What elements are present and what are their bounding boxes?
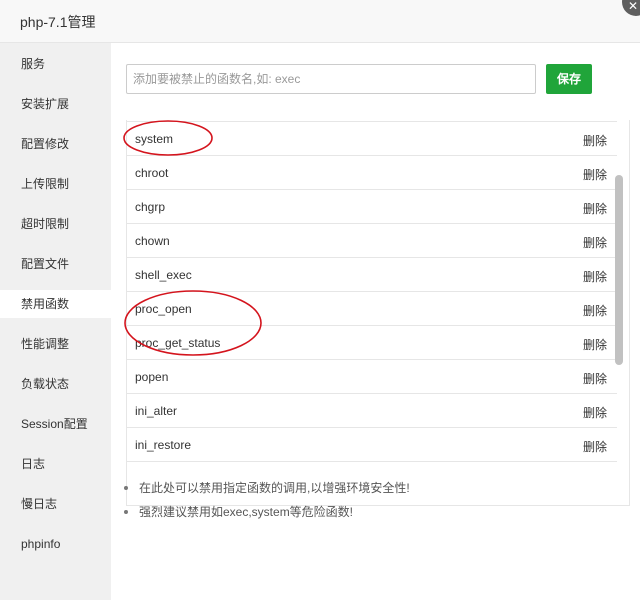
sidebar-item-label: 上传限制: [21, 177, 70, 191]
help-note: 强烈建议禁用如exec,system等危险函数!: [124, 503, 353, 520]
function-name: proc_open: [135, 302, 192, 316]
delete-link[interactable]: 删除: [583, 404, 607, 421]
sidebar-item-upload-limit[interactable]: 上传限制: [0, 170, 111, 198]
sidebar-item-label: 服务: [21, 57, 46, 71]
table-row: shell_exec 删除: [127, 257, 617, 291]
table-row: popen 删除: [127, 359, 617, 393]
table-row: chroot 删除: [127, 155, 617, 189]
sidebar-item-label: 负载状态: [21, 377, 70, 391]
function-name: system: [135, 132, 174, 146]
sidebar-item-service[interactable]: 服务: [0, 50, 111, 78]
function-name: chown: [135, 234, 170, 248]
table-row: ini_restore 删除: [127, 427, 617, 461]
help-note-text: 在此处可以禁用指定函数的调用,以增强环境安全性!: [139, 481, 410, 495]
function-name-input[interactable]: [126, 64, 536, 94]
delete-link[interactable]: 删除: [583, 336, 607, 353]
help-note: 在此处可以禁用指定函数的调用,以增强环境安全性!: [124, 479, 410, 496]
delete-link[interactable]: 删除: [583, 438, 607, 455]
sidebar-item-label: phpinfo: [21, 537, 61, 551]
sidebar-item-timeout-limit[interactable]: 超时限制: [0, 210, 111, 238]
sidebar-item-label: 禁用函数: [21, 297, 70, 311]
sidebar-item-label: 配置修改: [21, 137, 70, 151]
php-management-dialog: php-7.1管理 ✕ 服务 安装扩展 配置修改 上传限制 超时限制 配置文件 …: [0, 0, 640, 600]
delete-link[interactable]: 删除: [583, 268, 607, 285]
disabled-functions-table: system 删除 chroot 删除 chgrp 删除 chown 删除 sh…: [126, 120, 630, 506]
table-row: ini_alter 删除: [127, 393, 617, 427]
function-name: popen: [135, 370, 169, 384]
sidebar-item-label: 性能调整: [21, 337, 70, 351]
delete-link[interactable]: 删除: [583, 200, 607, 217]
sidebar-item-log[interactable]: 日志: [0, 450, 111, 478]
sidebar-item-label: 配置文件: [21, 257, 70, 271]
delete-link[interactable]: 删除: [583, 370, 607, 387]
sidebar-item-session-config[interactable]: Session配置: [0, 410, 111, 438]
function-name: shell_exec: [135, 268, 192, 282]
delete-link[interactable]: 删除: [583, 234, 607, 251]
sidebar-item-label: 慢日志: [21, 497, 58, 511]
delete-link[interactable]: 删除: [583, 302, 607, 319]
sidebar-item-label: 安装扩展: [21, 97, 70, 111]
delete-link[interactable]: 删除: [583, 132, 607, 149]
sidebar-item-phpinfo[interactable]: phpinfo: [0, 530, 111, 558]
table-row: chown 删除: [127, 223, 617, 257]
table-scrollbar[interactable]: [615, 175, 623, 365]
help-note-text: 强烈建议禁用如exec,system等危险函数!: [139, 505, 354, 519]
bullet-icon: [124, 509, 128, 514]
table-row: system 删除: [127, 121, 617, 155]
function-name: ini_restore: [135, 438, 192, 452]
sidebar-item-label: 超时限制: [21, 217, 70, 231]
table-row: proc_get_status 删除: [127, 325, 617, 359]
sidebar-item-config-edit[interactable]: 配置修改: [0, 130, 111, 158]
table-row: chgrp 删除: [127, 189, 617, 223]
main-content: 保存 system 删除 chroot 删除 chgrp 删除 chown 删除…: [111, 43, 640, 600]
close-icon: ✕: [628, 0, 639, 13]
dialog-title: php-7.1管理: [20, 14, 96, 30]
title-bar: php-7.1管理: [0, 0, 640, 43]
sidebar-item-label: 日志: [21, 457, 46, 471]
sidebar-item-install-extension[interactable]: 安装扩展: [0, 90, 111, 118]
function-name: ini_alter: [135, 404, 178, 418]
sidebar-item-label: Session配置: [21, 417, 88, 431]
sidebar: 服务 安装扩展 配置修改 上传限制 超时限制 配置文件 禁用函数 性能调整 负载…: [0, 43, 111, 600]
sidebar-item-load-status[interactable]: 负载状态: [0, 370, 111, 398]
function-name: proc_get_status: [135, 336, 221, 350]
function-name: chgrp: [135, 200, 166, 214]
function-name: chroot: [135, 166, 169, 180]
sidebar-item-config-file[interactable]: 配置文件: [0, 250, 111, 278]
delete-link[interactable]: 删除: [583, 166, 607, 183]
bullet-icon: [124, 485, 128, 490]
table-row: proc_open 删除: [127, 291, 617, 325]
sidebar-item-slow-log[interactable]: 慢日志: [0, 490, 111, 518]
sidebar-item-disabled-functions[interactable]: 禁用函数: [0, 290, 111, 318]
sidebar-item-performance[interactable]: 性能调整: [0, 330, 111, 358]
save-button[interactable]: 保存: [546, 64, 592, 94]
